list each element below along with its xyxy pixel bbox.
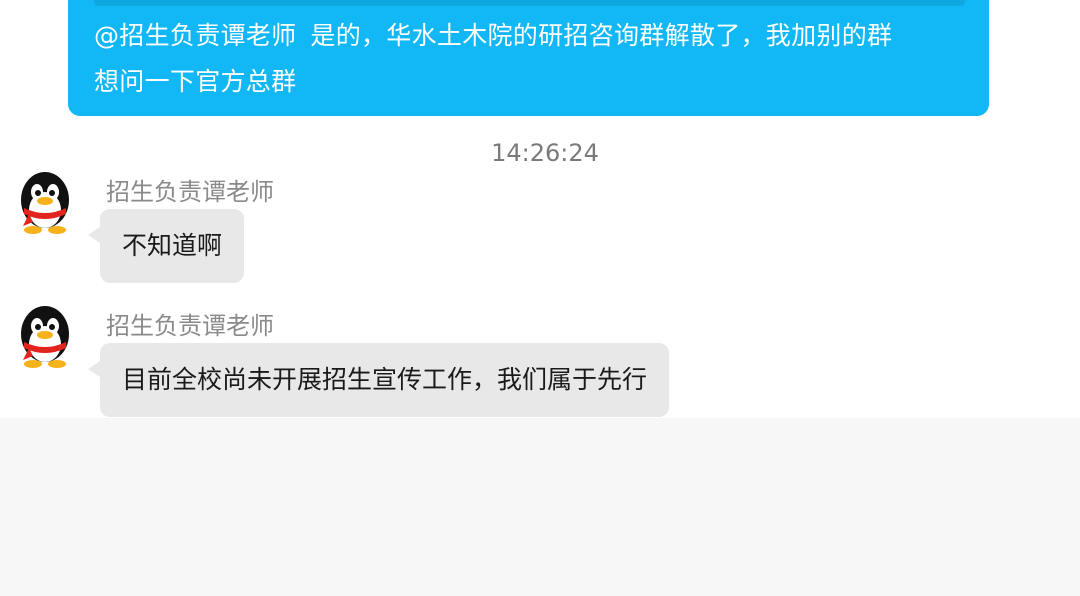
sender-name: 招生负责谭老师: [106, 312, 274, 340]
incoming-message-bubble[interactable]: 目前全校尚未开展招生宣传工作，我们属于先行: [87, 343, 670, 417]
incoming-message-bubble[interactable]: 不知道啊: [87, 209, 245, 283]
outgoing-message-line2: 想问一下官方总群: [94, 67, 297, 96]
mention-tag[interactable]: @招生负责谭老师: [94, 21, 296, 50]
quoted-reply-strip: [94, 0, 965, 6]
qq-penguin-avatar-icon[interactable]: [15, 170, 75, 234]
outgoing-message-bubble[interactable]: @招生负责谭老师 是的，华水土木院的研招咨询群解散了，我加别的群 想问一下官方总群: [68, 0, 989, 116]
message-timestamp: 14:26:24: [491, 139, 599, 167]
sender-name: 招生负责谭老师: [106, 178, 274, 206]
qq-penguin-avatar-icon[interactable]: [15, 304, 75, 368]
chat-message-list[interactable]: @招生负责谭老师 是的，华水土木院的研招咨询群解散了，我加别的群 想问一下官方总群…: [0, 0, 1080, 418]
outgoing-message-text: @招生负责谭老师 是的，华水土木院的研招咨询群解散了，我加别的群 想问一下官方总群: [94, 13, 965, 105]
input-area[interactable]: [0, 418, 1080, 596]
outgoing-message-line1: 是的，华水土木院的研招咨询群解散了，我加别的群: [310, 21, 893, 50]
